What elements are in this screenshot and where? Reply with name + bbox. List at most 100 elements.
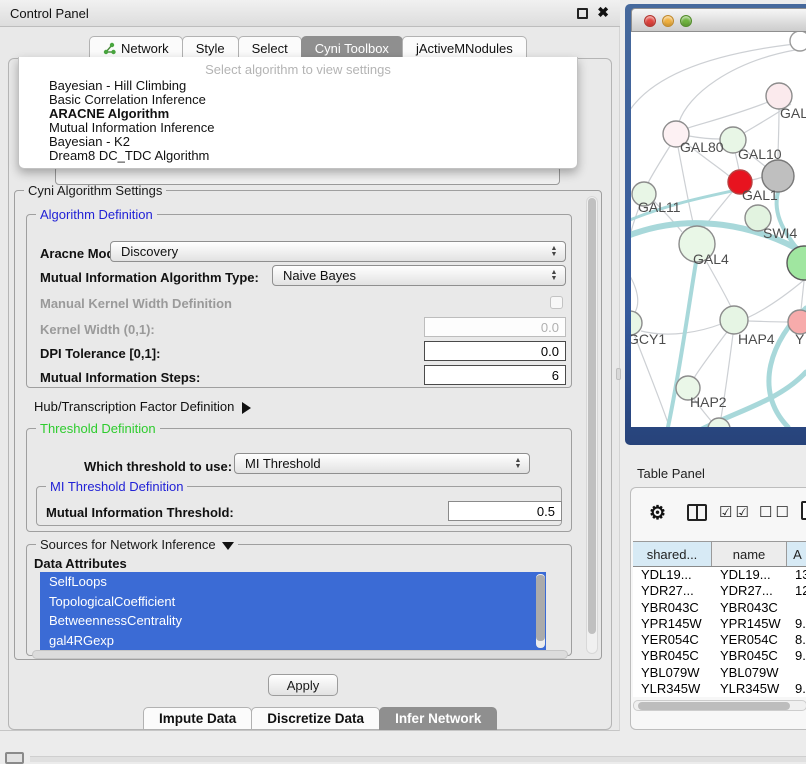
dropdown-item[interactable]: Bayesian - Hill Climbing	[19, 79, 577, 93]
network-node[interactable]	[720, 306, 748, 334]
table-row[interactable]: YDR27...YDR27...12	[633, 583, 806, 599]
manual-kernel-checkbox[interactable]	[550, 296, 563, 309]
hub-section-toggle[interactable]: Hub/Transcription Factor Definition	[34, 399, 251, 414]
network-canvas[interactable]: GALGAL80GAL10GAL1GAL11SWI4GAL4GCY1HAP4YH…	[631, 32, 806, 427]
network-node[interactable]	[790, 32, 806, 51]
table-row[interactable]: YPR145WYPR145W9.	[633, 616, 806, 632]
mi-type-label: Mutual Information Algorithm Type:	[40, 270, 259, 285]
column-header-a[interactable]: A	[787, 542, 806, 566]
table-row[interactable]: YDL19...YDL19...13	[633, 567, 806, 583]
table-cell: YBL079W	[712, 665, 787, 681]
table-row[interactable]: YLR345WYLR345W9.	[633, 681, 806, 697]
table-cell: YBR043C	[712, 600, 787, 616]
dropdown-item[interactable]: Mutual Information Inference	[19, 121, 577, 135]
column-header-shared[interactable]: shared...	[633, 542, 712, 566]
node-table: shared...nameA YDL19...YDL19...13YDR27..…	[633, 541, 806, 697]
document-icon[interactable]	[801, 501, 806, 520]
apply-button[interactable]: Apply	[268, 674, 338, 696]
tab-cyni-toolbox[interactable]: Cyni Toolbox	[301, 36, 403, 59]
restore-panel-icon[interactable]	[5, 752, 24, 764]
attribute-item-selected[interactable]: gal4RGexp	[40, 631, 546, 651]
attributes-vertical-scrollbar[interactable]	[536, 574, 545, 648]
which-threshold-value: MI Threshold	[245, 456, 321, 471]
network-edge	[752, 177, 763, 180]
table-cell: 8.	[787, 632, 806, 648]
minimize-traffic-light[interactable]	[662, 15, 674, 27]
network-edge	[631, 44, 795, 118]
dropdown-placeholder: Select algorithm to view settings	[19, 57, 577, 79]
table-panel-title: Table Panel	[637, 466, 705, 481]
dpi-tolerance-label: DPI Tolerance [0,1]:	[40, 346, 160, 361]
table-cell: YBR045C	[633, 648, 712, 664]
close-traffic-light[interactable]	[644, 15, 656, 27]
table-cell: YDL19...	[712, 567, 787, 583]
table-cell: YBL079W	[633, 665, 712, 681]
table-row[interactable]: YBL079WYBL079W	[633, 665, 806, 681]
attributes-horizontal-scrollbar[interactable]	[32, 650, 568, 659]
mi-steps-field[interactable]: 6	[424, 365, 566, 385]
settings-vertical-scrollbar[interactable]	[586, 196, 598, 654]
mi-threshold-definition-title: MI Threshold Definition	[46, 479, 187, 494]
table-cell: YPR145W	[633, 616, 712, 632]
algorithm-definition-title: Algorithm Definition	[36, 207, 157, 222]
network-node[interactable]	[787, 246, 806, 280]
bottom-tab-infer-network[interactable]: Infer Network	[379, 707, 497, 730]
column-header-name[interactable]: name	[712, 542, 787, 566]
tab-style[interactable]: Style	[182, 36, 239, 59]
network-graph: GALGAL80GAL10GAL1GAL11SWI4GAL4GCY1HAP4YH…	[631, 32, 806, 427]
mi-type-select[interactable]: Naive Bayes ▲▼	[272, 265, 566, 286]
zoom-traffic-light[interactable]	[680, 15, 692, 27]
threshold-definition-title: Threshold Definition	[36, 421, 160, 436]
aracne-mode-select[interactable]: Discovery ▲▼	[110, 241, 566, 262]
tab-network[interactable]: Network	[89, 36, 183, 59]
table-cell: YDR27...	[712, 583, 787, 599]
tab-select[interactable]: Select	[238, 36, 302, 59]
dropdown-item[interactable]: Bayesian - K2	[19, 135, 577, 149]
bottom-tab-impute-data[interactable]: Impute Data	[143, 707, 252, 730]
network-edge	[631, 205, 640, 312]
table-row[interactable]: YER054CYER054C8.	[633, 632, 806, 648]
columns-icon[interactable]	[687, 504, 707, 521]
dpi-tolerance-field[interactable]: 0.0	[424, 341, 566, 361]
mi-type-value: Naive Bayes	[283, 268, 356, 283]
table-cell: YER054C	[633, 632, 712, 648]
attribute-item-selected[interactable]: TopologicalCoefficient	[40, 592, 546, 612]
attribute-item-selected[interactable]: SelfLoops	[40, 572, 546, 592]
table-header-row: shared...nameA	[633, 541, 806, 567]
float-window-icon[interactable]	[577, 8, 588, 19]
node-label: GCY1	[631, 331, 666, 347]
table-horizontal-scrollbar[interactable]	[633, 700, 806, 711]
close-icon[interactable]: ✖	[597, 4, 609, 21]
network-icon	[103, 42, 116, 55]
deselect-all-checkboxes-icon[interactable]: ☐☐	[759, 503, 792, 521]
chevron-down-icon	[222, 542, 234, 550]
manual-kernel-label: Manual Kernel Width Definition	[40, 296, 232, 311]
table-cell: 9.	[787, 681, 806, 697]
network-window-titlebar[interactable]	[631, 8, 806, 32]
tab-jactivemnodules[interactable]: jActiveMNodules	[402, 36, 527, 59]
algorithm-dropdown-list: Select algorithm to view settings Bayesi…	[18, 57, 578, 169]
bottom-strip	[30, 756, 806, 762]
table-rows: YDL19...YDL19...13YDR27...YDR27...12YBR0…	[633, 567, 806, 697]
mi-threshold-field[interactable]: 0.5	[448, 501, 562, 521]
table-cell	[787, 665, 806, 681]
dropdown-item[interactable]: ARACNE Algorithm	[19, 107, 577, 121]
which-threshold-select[interactable]: MI Threshold ▲▼	[234, 453, 530, 474]
select-all-checkboxes-icon[interactable]: ☑☑	[719, 503, 752, 521]
bottom-tab-discretize-data[interactable]: Discretize Data	[251, 707, 380, 730]
node-label: GAL1	[742, 187, 778, 203]
table-row[interactable]: YBR043CYBR043C	[633, 600, 806, 616]
dropdown-item[interactable]: Basic Correlation Inference	[19, 93, 577, 107]
table-row[interactable]: YBR045CYBR045C9.	[633, 648, 806, 664]
dropdown-item[interactable]: Dream8 DC_TDC Algorithm	[19, 149, 577, 163]
gear-icon[interactable]: ⚙	[649, 502, 666, 525]
data-attributes-list[interactable]: SelfLoopsTopologicalCoefficientBetweenne…	[40, 572, 546, 651]
control-panel: Control Panel ✖ NetworkStyleSelectCyni T…	[0, 0, 620, 731]
sources-group-title[interactable]: Sources for Network Inference	[36, 537, 238, 552]
table-cell	[787, 600, 806, 616]
table-cell: YPR145W	[712, 616, 787, 632]
split-pane-handle[interactable]	[616, 368, 621, 380]
attribute-item-selected[interactable]: BetweennessCentrality	[40, 611, 546, 631]
table-panel: ⚙ ☑☑ ☐☐ shared...nameA YDL19...YDL19...1…	[630, 487, 806, 730]
network-edge	[694, 332, 727, 378]
